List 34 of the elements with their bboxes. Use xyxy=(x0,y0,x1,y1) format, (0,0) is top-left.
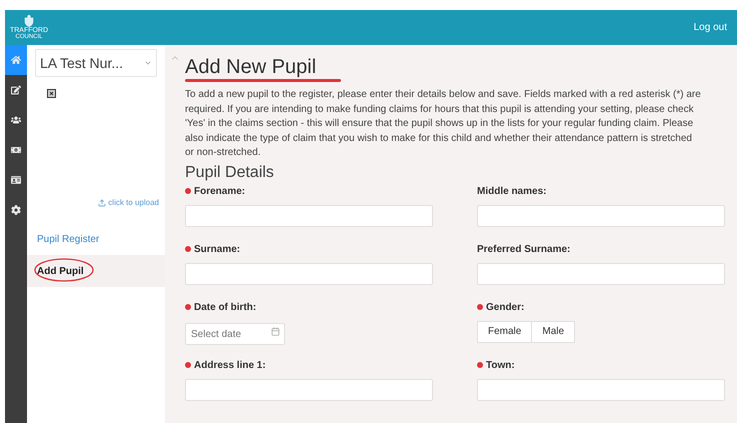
home-icon xyxy=(11,55,21,65)
broken-image-icon xyxy=(47,89,56,98)
field-label: Gender: xyxy=(486,300,524,314)
field-label: Address line 1: xyxy=(194,358,266,372)
field-label: Date of birth: xyxy=(194,300,256,314)
calendar-icon xyxy=(271,326,280,336)
text-field[interactable] xyxy=(477,204,725,226)
annotation-ellipse xyxy=(33,257,95,283)
page-title: Add New Pupil xyxy=(185,55,316,79)
date-field[interactable]: Select date xyxy=(185,323,285,345)
gender-option[interactable]: Male xyxy=(532,320,576,342)
edit-icon xyxy=(11,85,21,95)
setting-select[interactable]: LA Test Nur... xyxy=(35,49,157,77)
field-label: Forename: xyxy=(194,184,246,198)
gender-option[interactable]: Female xyxy=(477,320,532,342)
upload-icon xyxy=(98,199,106,207)
field-label: Preferred Surname: xyxy=(477,242,570,256)
settings-icon xyxy=(11,205,21,215)
field-label: Town: xyxy=(486,358,515,372)
text-field[interactable] xyxy=(185,378,433,400)
section-title: Pupil Details xyxy=(185,164,275,182)
id-card-icon xyxy=(11,175,21,185)
intro-paragraph: To add a new pupil to the register, please enter their details below and save. Fields marked with a red asterisk (*) are required. If you are intending to make funding claims for hours that this pupil is attending your setting, please check 'Yes' in the claims section - this will ensure that the pupil shows up in the lists for your regular funding claim. Please also indicate the type of claim that you wish to make for this child and whether their attendance pattern is stretched or non-stretched. xyxy=(185,88,702,160)
text-field[interactable] xyxy=(185,204,433,226)
crest-icon xyxy=(23,15,35,27)
users-icon xyxy=(11,115,21,125)
text-field[interactable] xyxy=(477,262,725,284)
field-label: Middle names: xyxy=(477,184,546,198)
banknote-icon xyxy=(11,145,21,155)
field-label: Surname: xyxy=(194,242,240,256)
menu-item[interactable]: Pupil Register xyxy=(37,232,100,246)
text-field[interactable] xyxy=(477,378,725,400)
caret-icon xyxy=(144,59,152,67)
text-field[interactable] xyxy=(185,262,433,284)
